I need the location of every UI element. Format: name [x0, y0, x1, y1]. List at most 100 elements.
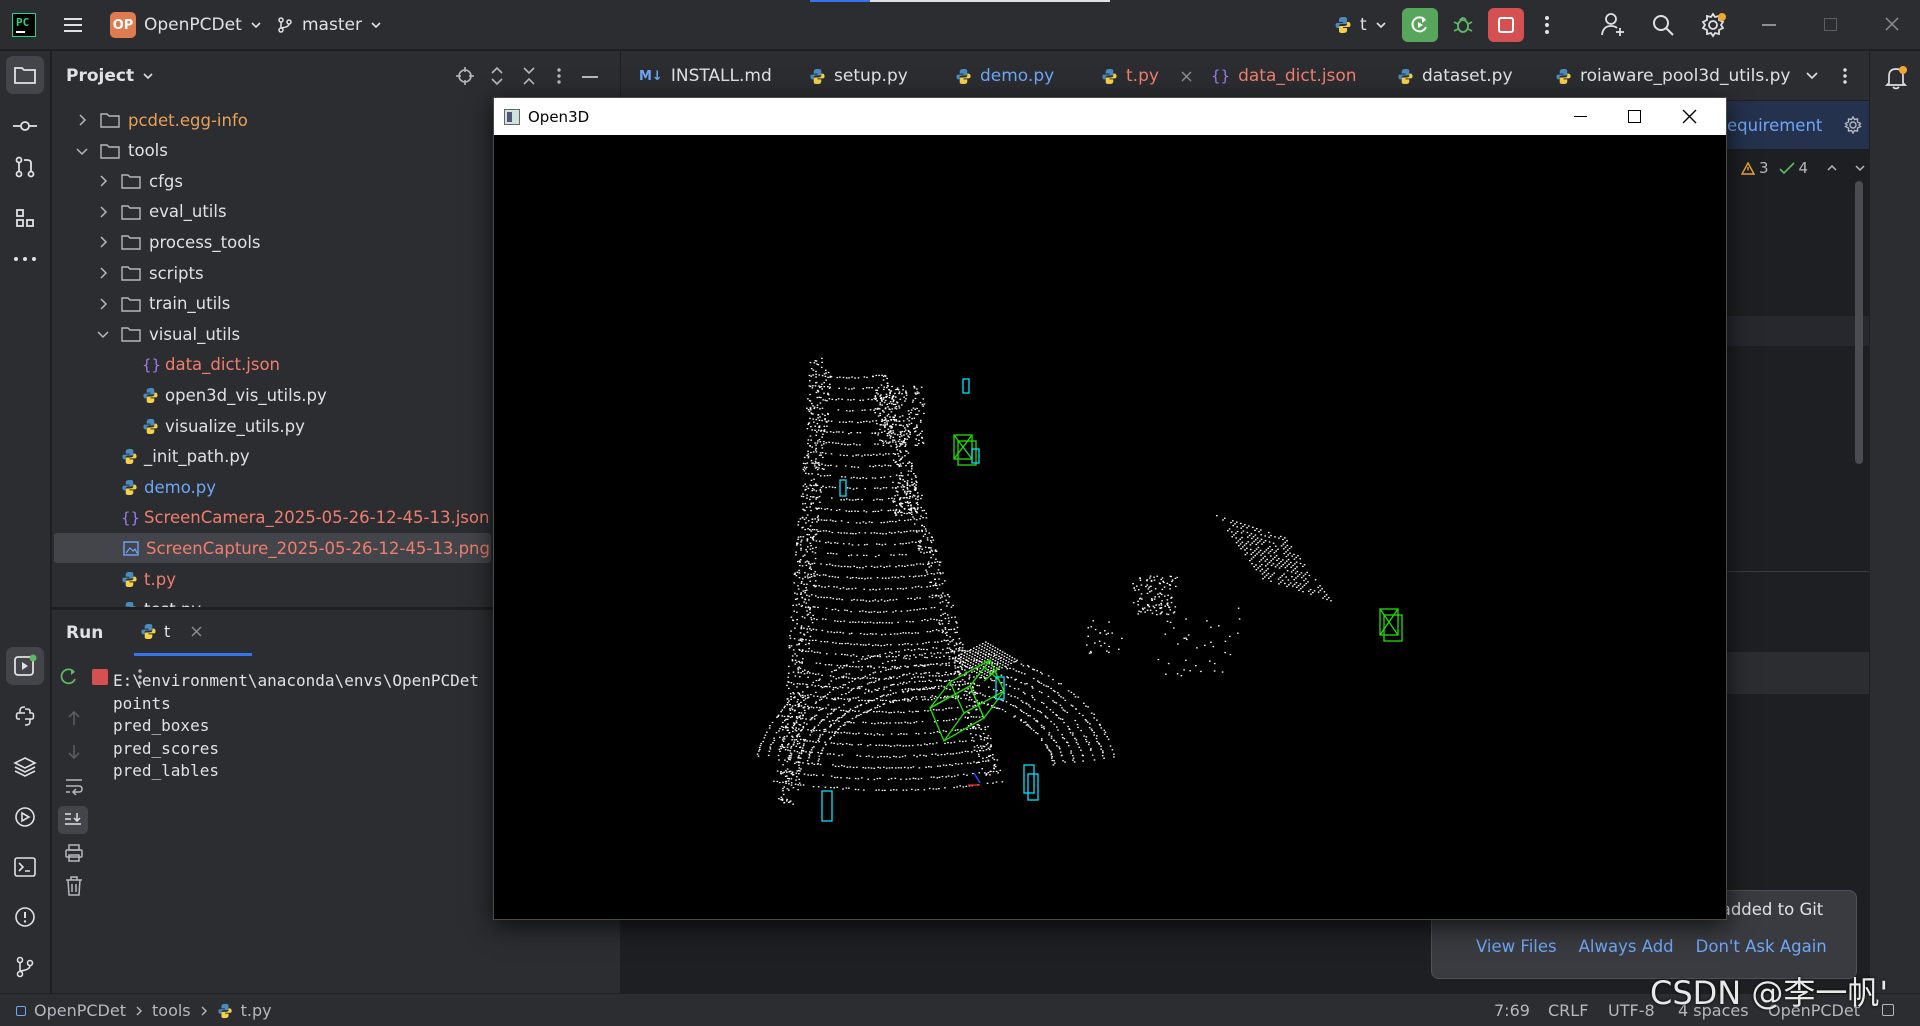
more-actions-icon[interactable]: [1536, 12, 1558, 38]
view-files-link[interactable]: View Files: [1476, 937, 1557, 956]
print-icon[interactable]: [64, 844, 84, 862]
tab-data-dict-json[interactable]: {} data_dict.json: [1211, 51, 1357, 101]
editor-scrollbar[interactable]: [1855, 181, 1863, 464]
tab-dataset-py[interactable]: dataset.py: [1397, 51, 1513, 101]
tree-item[interactable]: scripts: [52, 258, 492, 288]
soft-wrap-icon[interactable]: [64, 777, 84, 795]
minimize-icon[interactable]: [1762, 24, 1776, 26]
chevron-right-icon[interactable]: [95, 234, 111, 250]
clear-trash-icon[interactable]: [65, 876, 83, 896]
scroll-to-end-button[interactable]: [58, 806, 88, 834]
banner-settings-icon[interactable]: [1844, 116, 1862, 134]
python-packages-tool-button[interactable]: [6, 748, 44, 786]
inspection-widget[interactable]: 3 4: [1741, 159, 1866, 177]
dont-ask-again-link[interactable]: Don't Ask Again: [1696, 937, 1827, 956]
python-console-tool-button[interactable]: [6, 697, 44, 735]
restore-icon[interactable]: [1824, 18, 1837, 31]
tree-item[interactable]: t.py: [52, 564, 492, 594]
run-tab-t[interactable]: t: [134, 610, 252, 656]
chevron-right-icon[interactable]: [95, 204, 111, 220]
rerun-button[interactable]: [1402, 8, 1438, 42]
tree-item[interactable]: ScreenCapture_2025-05-26-12-45-13.png: [54, 533, 491, 564]
chevron-up-icon[interactable]: [1826, 162, 1838, 174]
console-output[interactable]: E:\environment\anaconda\envs\OpenPCDet po…: [113, 671, 550, 971]
tab-list-chevron-icon[interactable]: [1805, 69, 1819, 83]
settings-gear-icon[interactable]: [1700, 11, 1728, 39]
breadcrumb-project[interactable]: OpenPCDet: [34, 1001, 126, 1020]
pull-requests-tool-button[interactable]: [6, 148, 44, 186]
notifications-bell-icon[interactable]: [1884, 65, 1908, 91]
project-panel-header[interactable]: Project: [66, 51, 154, 101]
tab-setup-py[interactable]: setup.py: [809, 51, 908, 101]
debug-button[interactable]: [1446, 8, 1480, 42]
tab-roiaware-pool3d-utils-py[interactable]: roiaware_pool3d_utils.py: [1555, 51, 1790, 101]
tree-item[interactable]: test.py: [52, 595, 492, 607]
search-icon[interactable]: [1650, 12, 1676, 38]
tree-item[interactable]: visualize_utils.py: [52, 411, 492, 441]
close-tab-icon[interactable]: [1181, 71, 1192, 82]
tab-demo-py[interactable]: demo.py: [955, 51, 1054, 101]
project-tool-button[interactable]: [6, 56, 44, 94]
tree-item[interactable]: open3d_vis_utils.py: [52, 380, 492, 410]
stop-icon[interactable]: [92, 669, 108, 685]
main-menu-icon[interactable]: [60, 12, 86, 38]
tab-install-md[interactable]: M↓ INSTALL.md: [639, 51, 772, 101]
tree-item[interactable]: pcdet.egg-info: [52, 105, 492, 135]
tree-item[interactable]: cfgs: [52, 166, 492, 196]
chevron-right-icon[interactable]: [95, 265, 111, 281]
more-tools-button[interactable]: [6, 240, 44, 278]
run-tool-button[interactable]: [6, 647, 44, 685]
chevron-down-icon[interactable]: [95, 326, 111, 342]
hide-panel-icon[interactable]: [582, 76, 598, 78]
open3d-close-icon[interactable]: [1682, 109, 1697, 124]
tree-item[interactable]: visual_utils: [52, 319, 492, 349]
git-tool-button[interactable]: [6, 948, 44, 986]
tree-item[interactable]: demo.py: [52, 472, 492, 502]
locate-file-icon[interactable]: [455, 66, 475, 86]
open3d-title-bar[interactable]: Open3D: [494, 98, 1726, 135]
tree-item[interactable]: train_utils: [52, 289, 492, 319]
problems-icon: [15, 907, 35, 927]
tree-item[interactable]: _init_path.py: [52, 442, 492, 472]
scroll-up-icon[interactable]: [66, 709, 82, 727]
services-tool-button[interactable]: [6, 798, 44, 836]
chevron-right-icon[interactable]: [95, 296, 111, 312]
tree-item[interactable]: process_tools: [52, 227, 492, 257]
close-tab-icon[interactable]: [191, 626, 202, 637]
caret-position[interactable]: 7:69: [1494, 994, 1530, 1026]
structure-tool-button[interactable]: [6, 199, 44, 237]
tree-item[interactable]: {} data_dict.json: [52, 350, 492, 380]
open3d-maximize-icon[interactable]: [1628, 110, 1641, 123]
file-encoding[interactable]: UTF-8: [1608, 994, 1655, 1026]
point-cloud-viewport[interactable]: [494, 135, 1726, 919]
tree-item[interactable]: {} ScreenCamera_2025-05-26-12-45-13.json: [52, 503, 492, 533]
panel-options-icon[interactable]: [555, 66, 563, 86]
rerun-icon[interactable]: [58, 666, 80, 688]
always-add-link[interactable]: Always Add: [1579, 937, 1674, 956]
close-window-icon[interactable]: [1884, 16, 1900, 32]
line-separator[interactable]: CRLF: [1548, 994, 1588, 1026]
scroll-down-icon[interactable]: [66, 743, 82, 761]
tree-item[interactable]: eval_utils: [52, 197, 492, 227]
tab-t-py[interactable]: t.py: [1101, 51, 1192, 101]
code-with-me-icon[interactable]: [1600, 11, 1626, 39]
chevron-right-icon[interactable]: [95, 173, 111, 189]
problems-tool-button[interactable]: [6, 898, 44, 936]
tree-item[interactable]: tools: [52, 136, 492, 166]
breadcrumb-file[interactable]: t.py: [241, 1001, 272, 1020]
open3d-minimize-icon[interactable]: [1574, 116, 1587, 118]
commit-tool-button[interactable]: [6, 107, 44, 145]
collapse-all-icon[interactable]: [522, 66, 536, 86]
chevron-right-icon[interactable]: [74, 112, 90, 128]
terminal-tool-button[interactable]: [6, 848, 44, 886]
branch-switcher[interactable]: master: [270, 8, 388, 42]
chevron-down-icon[interactable]: [74, 143, 90, 159]
requirements-banner-text[interactable]: equirement: [1727, 116, 1822, 135]
tab-options-icon[interactable]: [1841, 66, 1849, 86]
project-switcher[interactable]: OP OpenPCDet: [104, 8, 268, 42]
stop-button[interactable]: [1488, 8, 1524, 42]
run-config-selector[interactable]: t: [1328, 8, 1393, 42]
breadcrumb-folder[interactable]: tools: [152, 1001, 191, 1020]
chevron-down-icon[interactable]: [1854, 162, 1866, 174]
expand-all-icon[interactable]: [490, 66, 504, 86]
